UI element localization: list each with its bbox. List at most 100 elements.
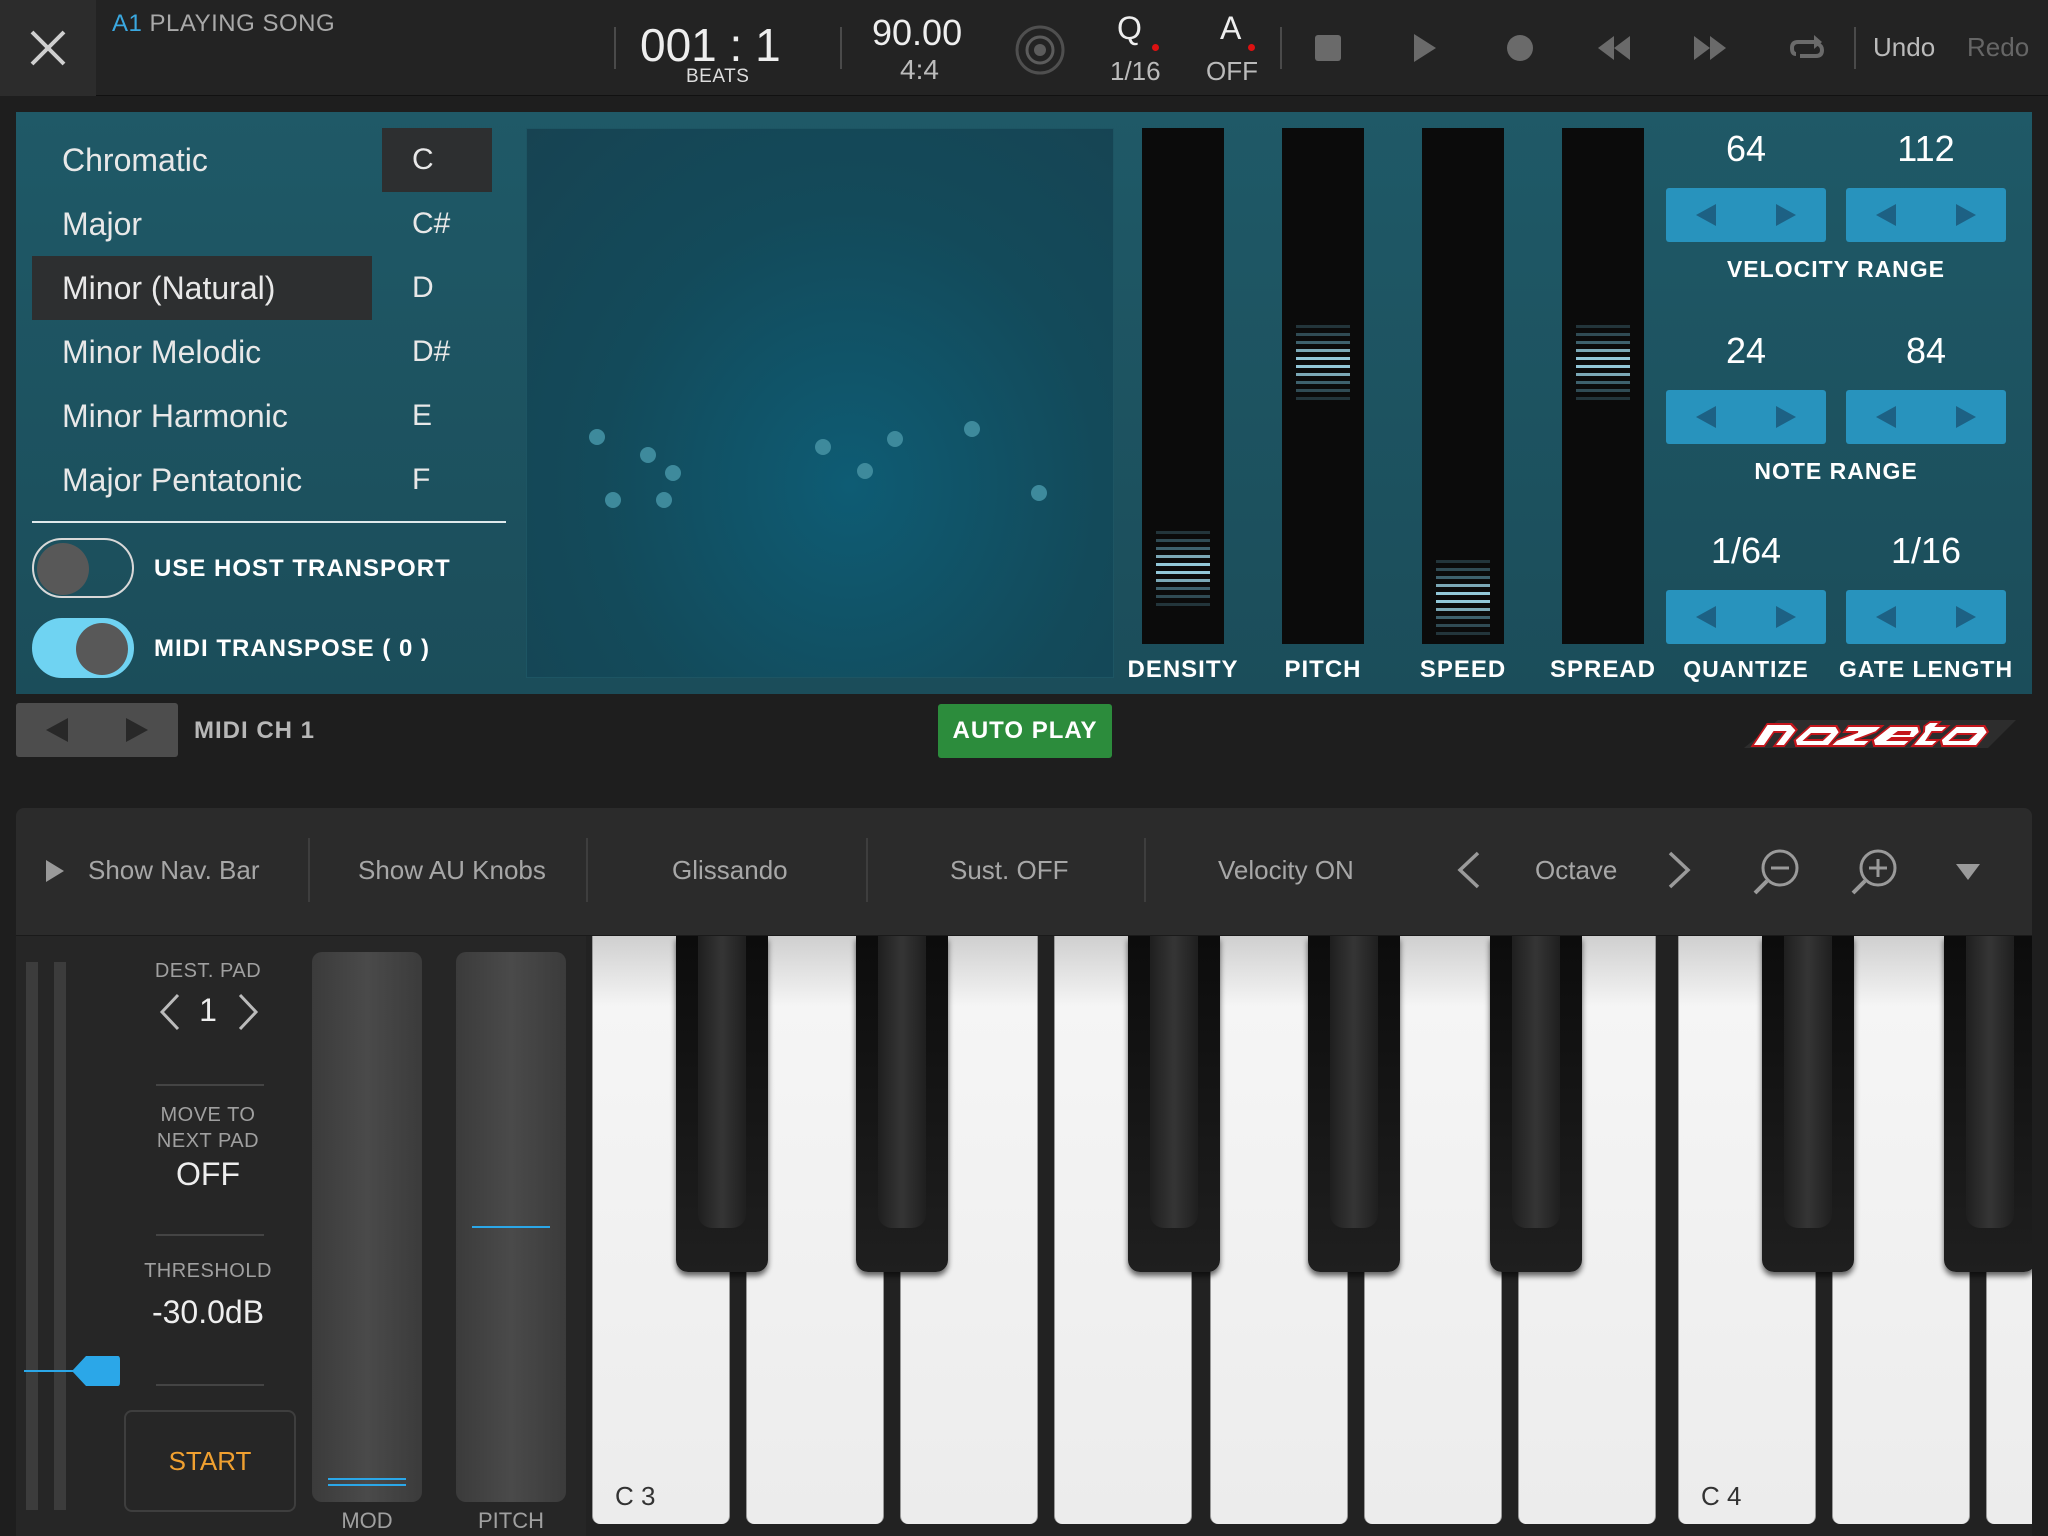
note-range-label: NOTE RANGE — [1754, 458, 1918, 484]
note-low-stepper[interactable] — [1666, 390, 1826, 444]
midi-channel-stepper[interactable] — [16, 703, 178, 757]
move-to-next-pad-value[interactable]: OFF — [138, 1156, 278, 1193]
scale-option[interactable]: Chromatic — [32, 128, 372, 192]
undo-button[interactable]: Undo — [1873, 32, 1935, 63]
stop-button[interactable] — [1314, 34, 1342, 67]
octave-up-button[interactable] — [1666, 850, 1692, 895]
velocity-button[interactable]: Velocity ON — [1218, 855, 1354, 886]
density-meter[interactable] — [1142, 128, 1224, 644]
show-au-knobs-button[interactable]: Show AU Knobs — [358, 855, 546, 886]
root-key-option[interactable]: C — [382, 128, 492, 192]
meter-segment — [1436, 592, 1490, 595]
zoom-out-icon — [1753, 849, 1799, 895]
left-arrow-icon[interactable] — [1696, 606, 1716, 628]
right-arrow-icon[interactable] — [1956, 204, 1976, 226]
right-arrow-icon[interactable] — [1956, 406, 1976, 428]
key-surface — [1150, 936, 1198, 1228]
dest-pad-next[interactable] — [236, 992, 260, 1037]
glissando-button[interactable]: Glissando — [672, 855, 788, 886]
left-arrow-icon[interactable] — [1696, 406, 1716, 428]
record-button[interactable] — [1506, 34, 1534, 67]
scale-option[interactable]: Major Pentatonic — [32, 448, 372, 512]
collapse-keyboard-button[interactable] — [1954, 862, 1982, 887]
left-arrow-icon[interactable] — [1876, 204, 1896, 226]
loop-button[interactable] — [1788, 32, 1826, 69]
meter-segment — [1576, 340, 1630, 344]
xy-pad[interactable] — [526, 128, 1114, 678]
piano-key-d-sharp3[interactable] — [856, 936, 948, 1272]
close-button[interactable] — [0, 0, 96, 96]
scale-option[interactable]: Minor Harmonic — [32, 384, 372, 448]
root-key-option[interactable]: E — [382, 384, 492, 448]
spread-label: SPREAD — [1549, 656, 1657, 683]
right-arrow-icon[interactable] — [1776, 406, 1796, 428]
meter-segment — [1576, 324, 1630, 328]
quantize-label[interactable]: Q — [1117, 10, 1142, 47]
threshold-handle[interactable] — [72, 1354, 122, 1393]
right-arrow-icon[interactable] — [126, 718, 148, 742]
sustain-button[interactable]: Sust. OFF — [950, 855, 1068, 886]
metronome-button[interactable] — [1014, 24, 1066, 81]
pitch-meter[interactable] — [1282, 128, 1364, 644]
left-arrow-icon[interactable] — [1876, 406, 1896, 428]
root-key-option[interactable]: C# — [382, 192, 492, 256]
separator — [1280, 27, 1282, 69]
mod-wheel[interactable] — [312, 952, 422, 1502]
left-arrow-icon[interactable] — [46, 718, 68, 742]
rewind-button[interactable] — [1596, 34, 1632, 67]
note-dot — [589, 429, 605, 445]
scale-option[interactable]: Minor Melodic — [32, 320, 372, 384]
play-button[interactable] — [1412, 32, 1438, 69]
octave-down-button[interactable] — [1456, 850, 1482, 895]
root-key-option[interactable]: D# — [382, 320, 492, 384]
piano-key-d-sharp4[interactable] — [1944, 936, 2032, 1272]
time-signature[interactable]: 4:4 — [900, 54, 939, 86]
velocity-low-stepper[interactable] — [1666, 188, 1826, 242]
start-button[interactable]: START — [124, 1410, 296, 1512]
quantize-value[interactable]: 1/16 — [1110, 56, 1161, 87]
zoom-in-button[interactable] — [1850, 848, 1898, 901]
piano-key-a-sharp3[interactable] — [1490, 936, 1582, 1272]
key-surface — [1512, 936, 1560, 1228]
meter-segment — [1296, 364, 1350, 368]
midi-transpose-toggle[interactable] — [32, 618, 134, 678]
redo-button[interactable]: Redo — [1967, 32, 2029, 63]
auto-value[interactable]: OFF — [1206, 56, 1258, 87]
fast-forward-button[interactable] — [1692, 34, 1728, 67]
right-arrow-icon[interactable] — [1776, 606, 1796, 628]
spread-meter[interactable] — [1562, 128, 1644, 644]
piano-key-c-sharp3[interactable] — [676, 936, 768, 1272]
song-position[interactable]: 001 : 1 — [640, 18, 781, 72]
scale-option[interactable]: Minor (Natural) — [32, 256, 372, 320]
threshold-label: THRESHOLD — [144, 1260, 272, 1282]
root-key-option[interactable]: F — [382, 448, 492, 512]
note-high-stepper[interactable] — [1846, 390, 2006, 444]
host-transport-toggle[interactable] — [32, 538, 134, 598]
zoom-out-button[interactable] — [1752, 848, 1800, 901]
left-arrow-icon[interactable] — [1696, 204, 1716, 226]
quantize-stepper[interactable] — [1666, 590, 1826, 644]
key-surface — [698, 936, 746, 1228]
right-arrow-icon[interactable] — [1956, 606, 1976, 628]
pitch-wheel[interactable] — [456, 952, 566, 1502]
velocity-high-value: 112 — [1897, 128, 1955, 169]
velocity-high-stepper[interactable] — [1846, 188, 2006, 242]
speed-meter[interactable] — [1422, 128, 1504, 644]
meter-segment — [1296, 388, 1350, 392]
auto-play-button[interactable]: AUTO PLAY — [938, 704, 1112, 758]
show-nav-bar-button[interactable]: Show Nav. Bar — [88, 855, 259, 886]
right-arrow-icon[interactable] — [1776, 204, 1796, 226]
meter-segment — [1436, 632, 1490, 635]
scale-option[interactable]: Major — [32, 192, 372, 256]
left-arrow-icon[interactable] — [1876, 606, 1896, 628]
nav-bar-play-icon[interactable] — [44, 858, 66, 889]
tempo-value[interactable]: 90.00 — [872, 12, 962, 54]
gate-length-stepper[interactable] — [1846, 590, 2006, 644]
song-status-text: PLAYING SONG — [149, 10, 336, 37]
piano-key-g-sharp3[interactable] — [1308, 936, 1400, 1272]
piano-key-c-sharp4[interactable] — [1762, 936, 1854, 1272]
root-key-option[interactable]: D — [382, 256, 492, 320]
meter-segment — [1156, 539, 1210, 543]
piano-key-f-sharp3[interactable] — [1128, 936, 1220, 1272]
auto-label[interactable]: A — [1220, 10, 1241, 47]
